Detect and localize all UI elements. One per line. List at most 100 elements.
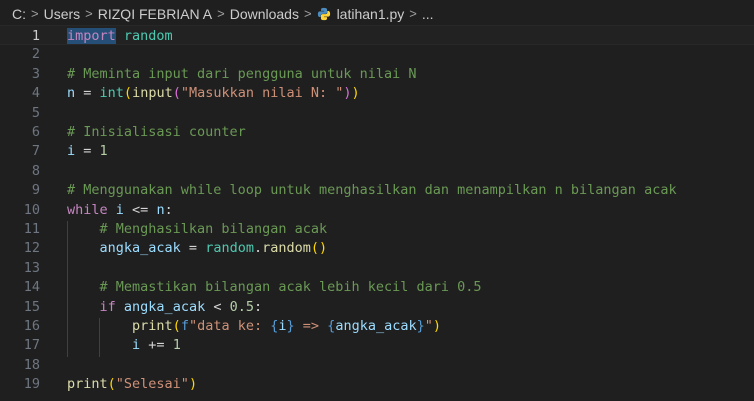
- line-number: 18: [23, 356, 40, 373]
- code-token: while: [67, 201, 108, 218]
- code-token: 0.5: [229, 298, 254, 315]
- breadcrumb-folder[interactable]: Downloads: [230, 6, 299, 22]
- code-line[interactable]: 13: [0, 258, 754, 278]
- code-line[interactable]: 14 # Memastikan bilangan acak lebih keci…: [0, 277, 754, 297]
- code-line[interactable]: 15 if angka_acak < 0.5:: [0, 297, 754, 317]
- code-token: 1: [172, 337, 181, 354]
- code-token: print: [132, 318, 173, 334]
- code-token: (: [172, 85, 181, 102]
- code-token: .: [253, 240, 263, 257]
- code-line[interactable]: 7 i = 1: [0, 141, 754, 161]
- breadcrumb-users[interactable]: Users: [44, 6, 81, 22]
- code-line[interactable]: 4n = int(input("Masukkan nilai N: ")): [0, 83, 754, 103]
- code-line[interactable]: 1 import random: [0, 25, 754, 45]
- chevron-right-icon: >: [31, 6, 39, 21]
- code-token: angka_acak: [99, 240, 181, 257]
- code-token: :: [253, 298, 263, 315]
- code-line[interactable]: 8: [0, 161, 754, 181]
- code-line[interactable]: 6 # Inisialisasi counter: [0, 122, 754, 142]
- code-line[interactable]: 19 print("Selesai"): [0, 374, 754, 394]
- line-number: 5: [31, 104, 40, 121]
- code-line[interactable]: 5: [0, 103, 754, 123]
- breadcrumb: C: > Users > RIZQI FEBRIAN A > Downloads…: [0, 0, 754, 27]
- code-token: (: [310, 240, 320, 257]
- code-text: # Menghasilkan bilangan acak: [67, 219, 328, 239]
- line-number: 4: [31, 85, 40, 102]
- code-line[interactable]: 17 i += 1: [0, 335, 754, 355]
- code-line[interactable]: 3 # Meminta input dari pengguna untuk nil…: [0, 64, 754, 84]
- code-token: # Menggunakan while loop untuk menghasil…: [67, 182, 677, 199]
- line-number: 8: [31, 162, 40, 179]
- code-token: =: [75, 85, 100, 102]
- line-number: 7: [31, 143, 40, 160]
- line-number: 10: [23, 201, 40, 218]
- code-line[interactable]: 10 while i <= n:: [0, 200, 754, 220]
- code-line[interactable]: 16 print(f"data ke: {i} => {angka_acak}"…: [0, 316, 754, 336]
- code-text: # Menggunakan while loop untuk menghasil…: [67, 180, 677, 200]
- code-token: (: [107, 376, 116, 393]
- code-token: "Selesai": [115, 376, 189, 393]
- code-text: angka_acak = random.random(): [67, 238, 328, 258]
- code-line[interactable]: 12 angka_acak = random.random(): [0, 238, 754, 258]
- code-token: # Memastikan bilangan acak lebih kecil d…: [99, 279, 482, 296]
- chevron-right-icon: >: [409, 6, 417, 21]
- code-token: # Inisialisasi counter: [67, 124, 246, 140]
- breadcrumb-more[interactable]: ...: [422, 6, 434, 22]
- code-text: n = int(input("Masukkan nilai N: ")): [67, 83, 360, 103]
- code-text: print("Selesai"): [67, 374, 197, 394]
- line-number: 6: [31, 124, 40, 140]
- chevron-right-icon: >: [217, 6, 225, 21]
- line-number: 13: [23, 259, 40, 276]
- indent-guide: [67, 221, 68, 357]
- code-token: import: [67, 28, 116, 44]
- code-line[interactable]: 18: [0, 355, 754, 375]
- breadcrumb-user[interactable]: RIZQI FEBRIAN A: [98, 6, 212, 22]
- code-token: int: [99, 85, 124, 102]
- chevron-right-icon: >: [85, 6, 93, 21]
- code-token: random: [205, 240, 254, 257]
- code-token: print: [67, 376, 108, 393]
- line-number: 2: [31, 46, 40, 63]
- code-token: i: [278, 318, 287, 334]
- code-token: +=: [140, 337, 173, 354]
- code-line[interactable]: 11 # Menghasilkan bilangan acak: [0, 219, 754, 239]
- code-token: ): [432, 318, 442, 334]
- line-number: 17: [23, 337, 40, 354]
- code-token: random: [262, 240, 311, 257]
- code-token: angka_acak: [123, 298, 206, 315]
- breadcrumb-drive[interactable]: C:: [12, 6, 26, 22]
- code-line[interactable]: 2: [0, 44, 754, 64]
- code-token: # Meminta input dari pengguna untuk nila…: [67, 65, 417, 82]
- code-text: # Meminta input dari pengguna untuk nila…: [67, 64, 417, 84]
- code-token: =: [75, 143, 100, 160]
- line-number: 1: [31, 28, 40, 44]
- code-text: while i <= n:: [67, 200, 173, 220]
- indent-guide: [99, 318, 101, 357]
- code-token: ): [351, 85, 360, 102]
- line-number: 3: [31, 65, 40, 82]
- code-text: import random: [67, 26, 173, 46]
- code-token: if: [99, 298, 116, 315]
- code-token: n: [67, 85, 76, 102]
- code-token: i: [132, 337, 141, 354]
- code-token: angka_acak: [335, 318, 417, 334]
- code-token: input: [132, 85, 173, 102]
- breadcrumb-file[interactable]: latihan1.py: [337, 6, 405, 22]
- line-number: 15: [23, 298, 40, 315]
- code-token: f: [180, 318, 189, 334]
- code-token: }: [286, 318, 295, 334]
- code-editor[interactable]: 1 import random 2 3 # Meminta input dari pen…: [0, 25, 754, 401]
- code-token: =>: [294, 318, 328, 334]
- code-token: ): [319, 240, 328, 257]
- line-number: 19: [23, 376, 40, 393]
- code-line[interactable]: 9 # Menggunakan while loop untuk menghasi…: [0, 180, 754, 200]
- chevron-right-icon: >: [303, 6, 312, 21]
- code-token: n: [156, 201, 165, 218]
- code-text: # Inisialisasi counter: [67, 122, 246, 142]
